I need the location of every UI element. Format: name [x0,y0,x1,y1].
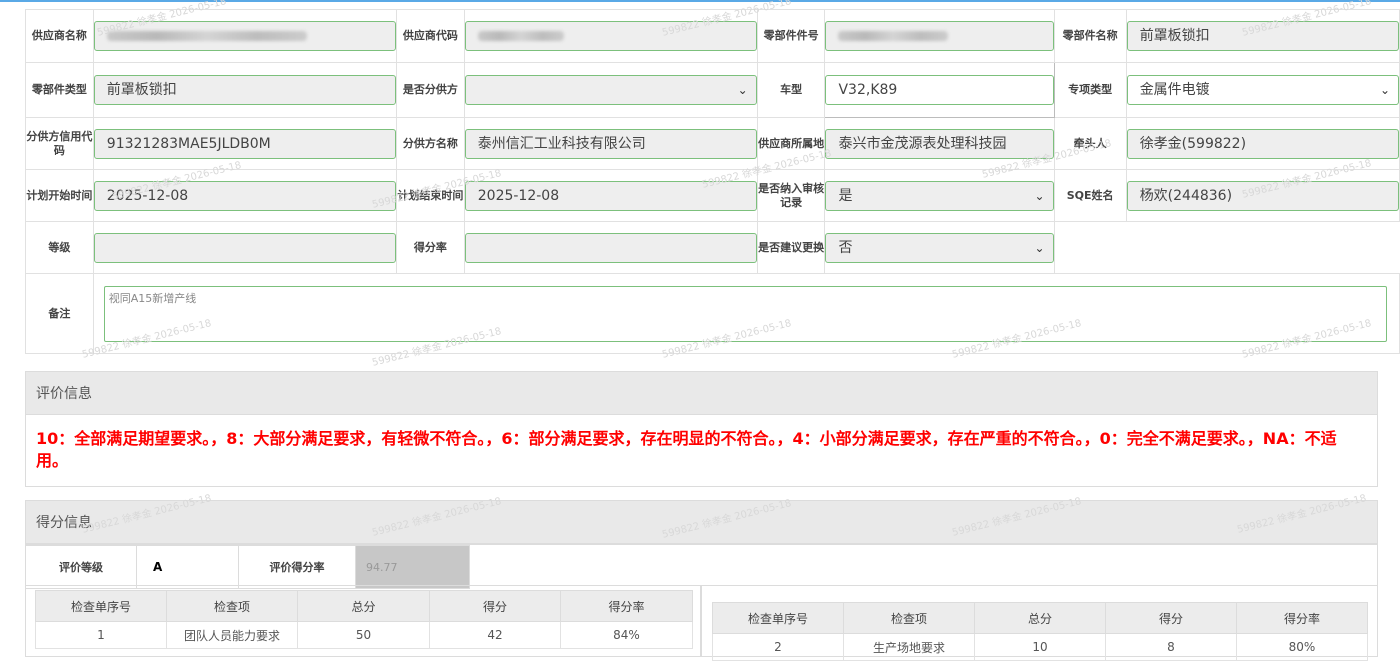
col-header-total[interactable]: 总分 [974,602,1106,634]
sub-name-label: 分供方名称 [395,117,465,170]
cell-rate: 84% [560,621,693,649]
part-no-label: 零部件件号 [756,9,826,63]
lead-field[interactable]: 徐孝金(599822) [1126,128,1399,159]
supplier-code-field[interactable] [464,21,757,51]
is-sub-supplier-label: 是否分供方 [395,62,465,118]
sqe-field[interactable]: 杨欢(244836) [1126,180,1399,211]
plan-end-field[interactable]: 2025-12-08 [464,180,757,211]
sub-name-field[interactable]: 泰州信汇工业科技有限公司 [464,128,757,159]
col-header-score[interactable]: 得分 [1105,602,1237,634]
col-header-total[interactable]: 总分 [297,590,430,622]
scoring-title: 得分信息 [25,500,1378,544]
cell-rate: 80% [1236,633,1368,661]
part-type-field[interactable]: 前罩板锁扣 [93,75,396,105]
part-name-label: 零部件名称 [1053,9,1127,63]
col-header-seq[interactable]: 检查单序号 [35,590,167,622]
eval-score-rate-label: 评价得分率 [238,545,356,589]
special-type-value: 金属件电镀 [1139,82,1210,98]
col-header-item[interactable]: 检查项 [843,602,975,634]
evaluation-title: 评价信息 [25,371,1378,415]
chevron-down-icon: ⌄ [1379,83,1390,97]
supplier-form: 供应商名称 供应商代码 零部件件号 零部件名称 前罩板锁扣 零部件类型 前罩板锁… [25,9,1400,354]
eval-grade-value: A [136,545,239,589]
cell-score: 8 [1105,633,1237,661]
cell-seq: 1 [35,621,167,649]
location-label: 供应商所属地 [756,117,826,170]
plan-start-field[interactable]: 2025-12-08 [93,180,396,211]
grade-field[interactable] [93,232,396,263]
supplier-name-label: 供应商名称 [25,9,94,63]
eval-grade-label: 评价等级 [25,545,137,589]
col-header-item[interactable]: 检查项 [166,590,298,622]
top-accent-line [0,0,1400,2]
audit-record-value: 是 [838,187,853,204]
cell-item: 团队人员能力要求 [166,621,298,649]
chevron-down-icon: ⌄ [737,83,748,97]
evaluation-section: 评价信息 10：全部满足期望要求。，8：大部分满足要求，有轻微不符合。，6：部分… [25,371,1378,487]
col-header-rate[interactable]: 得分率 [1236,602,1368,634]
part-no-field[interactable] [825,21,1054,51]
is-sub-supplier-select[interactable]: ⌄ [464,75,757,105]
remark-textarea[interactable]: 视同A15新增产线 [103,285,1387,342]
chevron-down-icon: ⌄ [1034,240,1045,255]
cell-seq: 2 [712,633,844,661]
sub-credit-field[interactable]: 91321283MAE5JLDB0M [93,128,396,159]
supplier-code-label: 供应商代码 [395,9,465,63]
replace-value: 否 [838,239,853,256]
special-type-label: 专项类型 [1053,62,1127,118]
eval-score-rate-value: 94.77 [355,545,470,589]
grade-summary: 评价等级 A 评价得分率 94.77 [25,545,470,589]
col-header-score[interactable]: 得分 [429,590,561,622]
col-header-seq[interactable]: 检查单序号 [712,602,844,634]
plan-start-label: 计划开始时间 [25,169,94,222]
audit-record-label: 是否纳入审核记录 [756,169,826,222]
cell-item: 生产场地要求 [843,633,975,661]
chevron-down-icon: ⌄ [1034,188,1045,203]
score-rate-label: 得分率 [395,221,465,274]
sub-credit-label: 分供方信用代码 [25,117,94,170]
supplier-name-field[interactable] [93,21,396,51]
special-type-select[interactable]: 金属件电镀 ⌄ [1126,75,1399,105]
evaluation-criteria: 10：全部满足期望要求。，8：大部分满足要求，有轻微不符合。，6：部分满足要求，… [36,429,1337,470]
cell-total: 10 [974,633,1106,661]
part-name-field[interactable]: 前罩板锁扣 [1126,21,1399,51]
col-header-rate[interactable]: 得分率 [560,590,693,622]
lead-label: 牵头人 [1053,117,1127,170]
vehicle-field[interactable]: V32,K89 [825,75,1054,105]
sqe-label: SQE姓名 [1053,169,1127,222]
table-row[interactable]: 1 团队人员能力要求 50 42 84% [35,621,693,649]
replace-label: 是否建议更换 [756,221,826,274]
grade-label: 等级 [25,221,94,274]
table-row[interactable]: 2 生产场地要求 10 8 80% [712,633,1368,661]
replace-select[interactable]: 否 ⌄ [825,232,1054,263]
right-score-table: 检查单序号 检查项 总分 得分 得分率 2 生产场地要求 10 8 80% [712,602,1368,661]
left-score-table: 检查单序号 检查项 总分 得分 得分率 1 团队人员能力要求 50 42 84% [35,590,693,649]
plan-end-label: 计划结束时间 [395,169,465,222]
vehicle-label: 车型 [756,62,826,118]
scoring-section: 得分信息 [25,500,1378,544]
cell-score: 42 [429,621,561,649]
remark-label: 备注 [25,273,94,354]
audit-record-select[interactable]: 是 ⌄ [825,180,1054,211]
part-type-label: 零部件类型 [25,62,94,118]
score-rate-field[interactable] [464,232,757,263]
location-field[interactable]: 泰兴市金茂源表处理科技园 [825,128,1054,159]
cell-total: 50 [297,621,430,649]
